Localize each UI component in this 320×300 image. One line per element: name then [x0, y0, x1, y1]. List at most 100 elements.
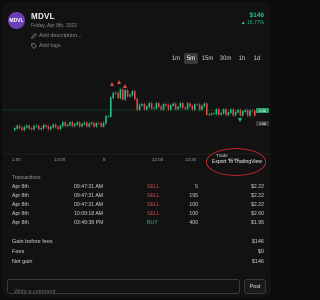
table-row: Apr 8th 09:47:31 AM SELL 195 $2.22 — [12, 192, 264, 201]
candle-body — [208, 114, 210, 115]
candle-body — [114, 92, 117, 94]
candle-body — [179, 103, 182, 108]
tag-icon — [31, 43, 37, 49]
candle-body — [230, 109, 232, 114]
candle-body — [62, 122, 64, 127]
tx-date: Apr 8th — [12, 211, 29, 217]
candle-body — [117, 92, 119, 99]
candle-body — [186, 103, 189, 109]
candle-body — [196, 104, 198, 106]
pl-amount: $146 — [249, 12, 264, 19]
candle-body — [124, 90, 126, 100]
tx-side: SELL — [147, 202, 160, 208]
timeframe-1m[interactable]: 1m — [169, 53, 183, 64]
price-tag-secondary: 1.96 — [256, 121, 269, 126]
timeframe-30m[interactable]: 30m — [217, 53, 234, 64]
buy-marker — [238, 118, 242, 122]
candle-body — [30, 128, 33, 130]
candle-body — [93, 122, 95, 127]
transactions-title: Transactions — [12, 175, 41, 181]
candle-body — [122, 89, 124, 100]
candle-body — [153, 107, 155, 109]
candle-body — [26, 125, 28, 128]
table-row: Apr 8th 09:47:31 AM SELL 100 $2.22 — [12, 201, 264, 210]
tx-qty: 400 — [189, 220, 198, 226]
table-row: Apr 8th 09:47:31 AM SELL 5 $2.22 — [12, 183, 264, 192]
tx-price: $2.22 — [251, 184, 264, 190]
candle-body — [16, 125, 18, 129]
tx-time: 09:47:31 AM — [74, 202, 104, 208]
profit-loss: $146 ▲ 15.77% — [241, 12, 264, 26]
candle-body — [210, 113, 213, 115]
candle-body — [54, 124, 57, 128]
candle-body — [78, 122, 81, 127]
candle-body — [160, 106, 162, 110]
candle-body — [83, 122, 86, 125]
price-tag-current: 2.06 — [256, 108, 269, 113]
post-button[interactable]: Post — [244, 279, 266, 294]
candle-body — [239, 109, 242, 116]
candle-body — [81, 123, 83, 127]
sell-marker — [123, 84, 127, 88]
trade-detail-panel: MDVL MDVL Friday, Apr 8th, 2022 Add desc… — [2, 2, 271, 298]
timeframe-selector: 1m 5m 15m 30m 1h 1d — [169, 53, 264, 64]
pl-percent: ▲ 15.77% — [240, 20, 264, 26]
candle-body — [150, 103, 153, 109]
candle-body — [134, 91, 136, 100]
candle-body — [21, 127, 23, 131]
candle-body — [69, 122, 71, 126]
x-tick: 12:00 — [152, 157, 164, 162]
tx-time: 10:09:18 AM — [74, 211, 104, 217]
candle-body — [64, 122, 66, 127]
candle-body — [45, 124, 47, 127]
gain-before-fees-value: $146 — [251, 239, 264, 245]
candle-body — [174, 103, 177, 110]
timeframe-5m[interactable]: 5m — [184, 53, 198, 64]
candle-body — [177, 106, 179, 110]
candle-body — [136, 98, 138, 110]
candle-body — [203, 103, 206, 107]
summary-row-fees: Fees $0 — [12, 248, 264, 258]
candle-body — [189, 103, 191, 107]
candle-body — [172, 103, 174, 106]
candle-body — [38, 125, 40, 130]
ticker-logo: MDVL — [8, 12, 25, 29]
candle-body — [71, 122, 74, 127]
tx-side: BUY — [147, 220, 158, 226]
summary-row-net-gain: Net gain $146 — [12, 258, 264, 268]
candle-body — [112, 92, 114, 99]
comment-input[interactable] — [8, 285, 239, 298]
candle-body — [158, 103, 160, 108]
candle-body — [33, 125, 35, 130]
candle-body — [249, 110, 251, 116]
candle-body — [213, 113, 215, 115]
candle-body — [119, 89, 122, 99]
add-description-link[interactable]: Add description... — [31, 33, 82, 39]
timeframe-15m[interactable]: 15m — [199, 53, 216, 64]
add-description-label: Add description... — [39, 33, 82, 39]
candle-body — [194, 104, 196, 110]
tx-time: 03:49:38 PM — [74, 220, 104, 226]
tx-side: SELL — [147, 184, 160, 190]
candle-body — [141, 103, 143, 106]
candle-body — [170, 105, 172, 110]
candle-body — [222, 109, 225, 114]
x-tick: 13:30 — [185, 157, 197, 162]
tx-qty: 195 — [189, 193, 198, 199]
add-tags-label: Add tags — [39, 43, 61, 49]
tx-qty: 100 — [189, 202, 198, 208]
candle-body — [244, 110, 246, 112]
candle-body — [242, 111, 244, 116]
candle-body — [155, 103, 158, 109]
candle-body — [110, 97, 112, 117]
timeframe-1d[interactable]: 1d — [250, 53, 264, 64]
net-gain-value: $146 — [251, 259, 264, 265]
tx-price: $2.22 — [251, 193, 264, 199]
candle-body — [47, 126, 50, 130]
timeframe-1h[interactable]: 1h — [235, 53, 249, 64]
candle-body — [50, 126, 52, 130]
candle-body — [40, 127, 42, 130]
candle-body — [191, 105, 194, 110]
add-tags-link[interactable]: Add tags — [31, 43, 61, 49]
candlesticks — [14, 87, 256, 132]
